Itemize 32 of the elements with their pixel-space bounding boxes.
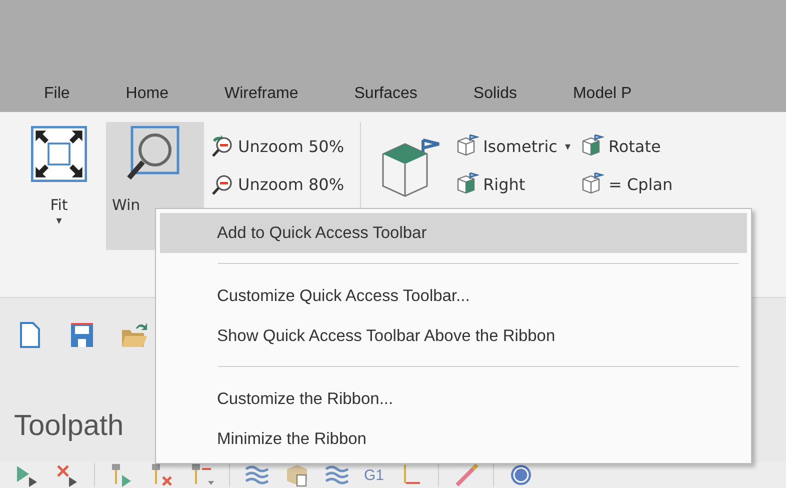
pencil-icon[interactable] [453,463,480,487]
view-button[interactable]: Rotate [580,134,673,158]
view-button[interactable]: Isometric ▾ [455,134,570,158]
menu-item[interactable]: Minimize the Ribbon [160,419,747,459]
view-cube-icon [455,172,480,196]
wave-icon[interactable] [244,463,270,487]
wave-icon[interactable] [324,463,350,487]
menu-item[interactable]: Add to Quick Access Toolbar [160,213,747,253]
view-cube-icon [580,172,604,196]
zoom-out-icon [210,172,234,196]
ribbon-tab[interactable]: Model P [566,80,638,106]
view-cube-icon [455,134,480,158]
menu-item[interactable]: Customize Quick Access Toolbar... [160,276,747,316]
view-button[interactable]: = Cplan [580,172,673,196]
unzoom-button[interactable]: Unzoom 50% [210,134,344,158]
box-icon[interactable] [284,463,310,487]
ribbon-tab[interactable]: Solids [467,80,523,106]
fit-icon [31,126,87,182]
ribbon-tab[interactable]: File [38,80,76,106]
fit-button[interactable]: Fit ▾ [26,122,92,250]
magnifier-icon [124,126,180,182]
menu-item[interactable]: Show Quick Access Toolbar Above the Ribbon [160,316,747,356]
view-button[interactable]: Right [455,172,570,196]
ribbon-tab[interactable]: Home [120,80,174,106]
view-cube-icon [580,134,604,158]
unzoom-button[interactable]: Unzoom 80% [210,172,344,196]
panel-title: Toolpath [14,410,124,443]
ribbon-tab[interactable]: Surfaces [348,80,424,106]
menu-item[interactable]: Customize the Ribbon... [160,379,747,419]
save-icon[interactable] [68,320,96,350]
zoom-out-icon [210,134,234,158]
ribbon-tab[interactable]: Wireframe [218,80,304,106]
